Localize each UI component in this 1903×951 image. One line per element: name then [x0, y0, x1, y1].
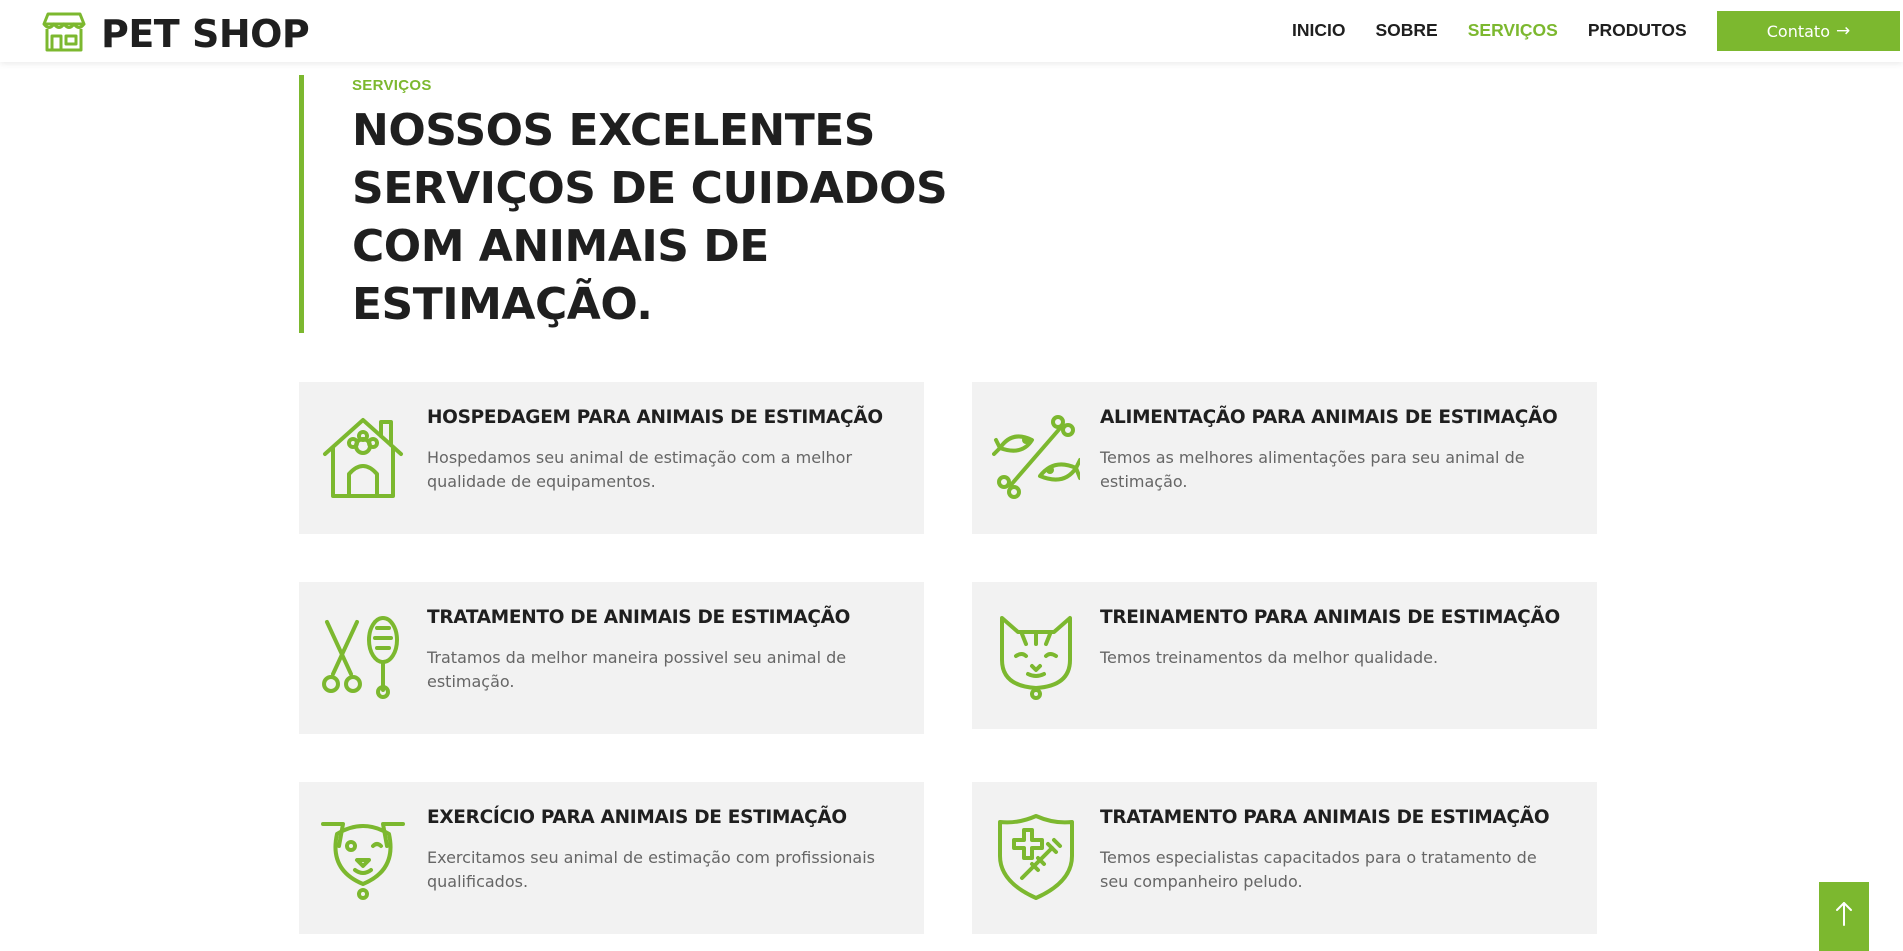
service-description: Temos treinamentos da melhor qualidade. — [1100, 648, 1439, 667]
service-card-hospedagem: HOSPEDAGEM PARA ANIMAIS DE ESTIMAÇÃO Hos… — [299, 382, 924, 534]
service-title: TRATAMENTO PARA ANIMAIS DE ESTIMAÇÃO — [1100, 807, 1550, 828]
service-card-tratamento-para: TRATAMENTO PARA ANIMAIS DE ESTIMAÇÃO Tem… — [972, 782, 1597, 934]
nav-item-sobre[interactable]: SOBRE — [1375, 19, 1437, 41]
arrow-right-icon: → — [1836, 21, 1851, 41]
contact-button[interactable]: Contato → — [1717, 11, 1900, 51]
service-card-alimentacao: ALIMENTAÇÃO PARA ANIMAIS DE ESTIMAÇÃO Te… — [972, 382, 1597, 534]
storefront-icon — [42, 10, 86, 57]
service-description: Temos especialistas capacitados para o t… — [1100, 848, 1537, 891]
service-title: EXERCÍCIO PARA ANIMAIS DE ESTIMAÇÃO — [427, 807, 847, 828]
shield-syringe-icon — [992, 812, 1080, 900]
top-navbar: PET SHOP INICIO SOBRE SERVIÇOS PRODUTOS … — [0, 0, 1903, 62]
service-description: Temos as melhores alimentações para seu … — [1100, 448, 1525, 491]
section-label: SERVIÇOS — [352, 77, 432, 94]
brand-logo[interactable]: PET SHOP — [42, 10, 310, 57]
service-description: Tratamos da melhor maneira possivel seu … — [427, 648, 847, 691]
service-title: HOSPEDAGEM PARA ANIMAIS DE ESTIMAÇÃO — [427, 407, 883, 428]
main-nav: INICIO SOBRE SERVIÇOS PRODUTOS — [1292, 19, 1717, 41]
services-heading: SERVIÇOS NOSSOS EXCELENTES SERVIÇOS DE C… — [299, 75, 999, 333]
arrow-up-icon — [1833, 901, 1855, 932]
service-title: TREINAMENTO PARA ANIMAIS DE ESTIMAÇÃO — [1100, 607, 1560, 628]
brand-name: PET SHOP — [101, 11, 310, 56]
nav-item-produtos[interactable]: PRODUTOS — [1588, 19, 1687, 41]
service-title: TRATAMENTO DE ANIMAIS DE ESTIMAÇÃO — [427, 607, 851, 628]
service-card-tratamento-de: TRATAMENTO DE ANIMAIS DE ESTIMAÇÃO Trata… — [299, 582, 924, 734]
scissors-brush-icon — [319, 612, 407, 700]
section-title: NOSSOS EXCELENTES SERVIÇOS DE CUIDADOS C… — [352, 105, 948, 330]
service-card-exercicio: EXERCÍCIO PARA ANIMAIS DE ESTIMAÇÃO Exer… — [299, 782, 924, 934]
dog-house-icon — [319, 412, 407, 500]
service-description: Hospedamos seu animal de estimação com a… — [427, 448, 853, 491]
contact-button-label: Contato — [1766, 21, 1830, 41]
nav-item-servicos[interactable]: SERVIÇOS — [1468, 19, 1558, 41]
cat-face-icon — [992, 612, 1080, 700]
service-title: ALIMENTAÇÃO PARA ANIMAIS DE ESTIMAÇÃO — [1100, 407, 1558, 428]
scroll-to-top-button[interactable] — [1819, 882, 1869, 951]
service-description: Exercitamos seu animal de estimação com … — [427, 848, 875, 891]
bone-fish-icon — [992, 412, 1082, 500]
nav-item-inicio[interactable]: INICIO — [1292, 19, 1345, 41]
dog-face-icon — [319, 812, 407, 900]
service-card-treinamento: TREINAMENTO PARA ANIMAIS DE ESTIMAÇÃO Te… — [972, 582, 1597, 729]
